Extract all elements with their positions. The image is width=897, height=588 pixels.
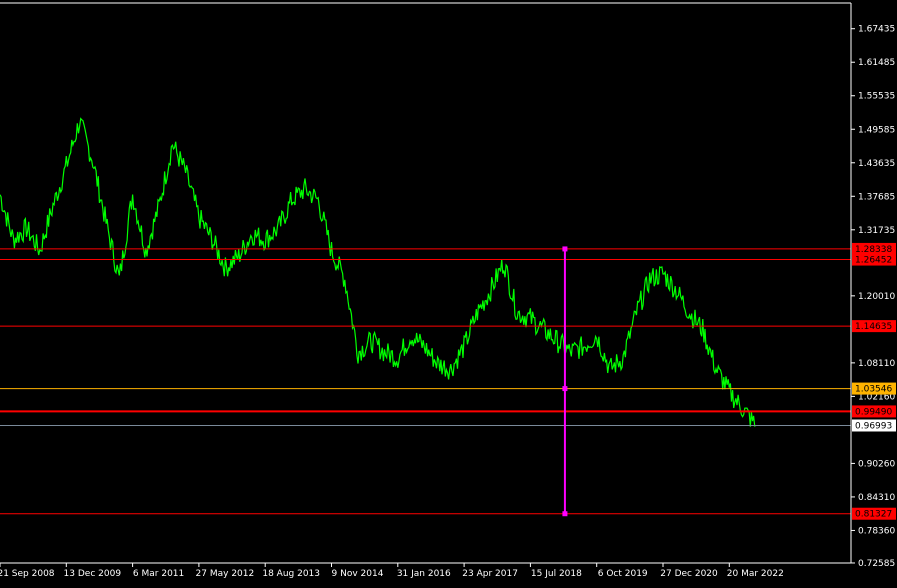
- x-tick-label: 20 Mar 2022: [727, 569, 784, 579]
- x-tick-label: 13 Dec 2009: [64, 569, 122, 579]
- y-tick-label: 0.84310: [858, 493, 895, 503]
- x-tick-label: 27 Dec 2020: [660, 569, 718, 579]
- level-label-0: 1.28338: [855, 245, 892, 255]
- x-tick-label: 31 Jan 2016: [397, 569, 451, 579]
- chart-background: [0, 0, 897, 584]
- x-tick-label: 21 Sep 2008: [0, 569, 55, 579]
- level-label-6: 0.81327: [855, 510, 892, 520]
- y-tick-label: 1.49585: [858, 125, 895, 135]
- level-label-5: 0.96993: [855, 421, 892, 431]
- y-tick-label: 1.67435: [858, 25, 895, 35]
- level-label-3: 1.03546: [855, 385, 892, 395]
- chart-svg[interactable]: 1.67435 1.61485 1.55535 1.49585 1.43635 1.376…: [0, 0, 897, 584]
- x-tick-label: 23 Apr 2017: [462, 569, 518, 579]
- x-tick-label: 15 Jul 2018: [531, 569, 582, 579]
- vertical-tool-handle-top: [562, 246, 568, 252]
- y-tick-label: 1.61485: [858, 58, 895, 68]
- x-tick-label: 18 Aug 2013: [262, 569, 320, 579]
- vertical-tool-handle-mid: [562, 386, 568, 392]
- y-tick-label: 0.72585: [858, 559, 895, 569]
- x-tick-label: 6 Oct 2019: [598, 569, 648, 579]
- level-label-2: 1.14635: [855, 322, 892, 332]
- level-label-1: 1.26452: [855, 256, 892, 266]
- level-label-4: 0.99490: [855, 407, 892, 417]
- y-tick-label: 1.31735: [858, 226, 895, 236]
- x-tick-label: 6 Mar 2011: [133, 569, 184, 579]
- price-chart[interactable]: 1.67435 1.61485 1.55535 1.49585 1.43635 1.376…: [0, 0, 897, 584]
- y-tick-label: 1.20010: [858, 292, 895, 302]
- vertical-tool-handle-bottom: [562, 511, 568, 517]
- y-tick-label: 0.78360: [858, 526, 895, 536]
- y-tick-label: 1.08110: [858, 359, 895, 369]
- x-tick-label: 27 May 2012: [196, 569, 255, 579]
- y-tick-label: 1.43635: [858, 159, 895, 169]
- y-tick-label: 0.90260: [858, 459, 895, 469]
- y-tick-label: 1.37685: [858, 192, 895, 202]
- x-tick-label: 9 Nov 2014: [332, 569, 384, 579]
- y-tick-label: 1.55535: [858, 92, 895, 102]
